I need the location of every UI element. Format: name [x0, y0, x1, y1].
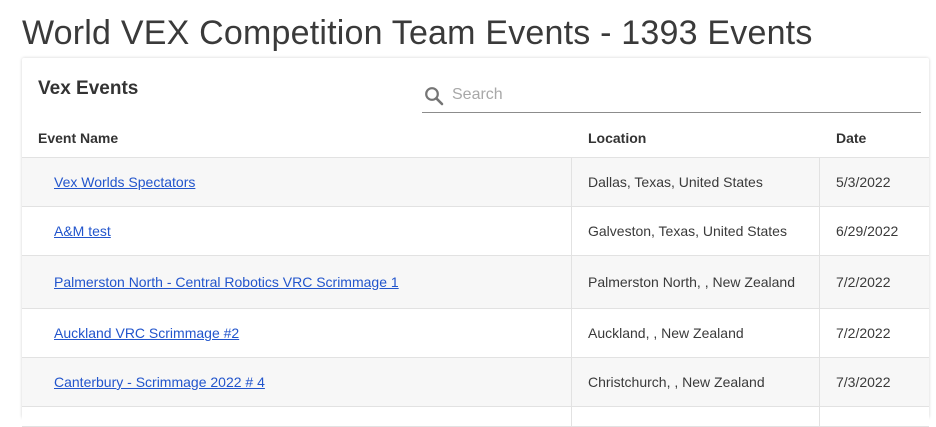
- search-input[interactable]: [452, 84, 912, 106]
- events-table: Event Name Location Date Vex Worlds Spec…: [22, 122, 929, 427]
- page-title: World VEX Competition Team Events - 1393…: [22, 14, 813, 52]
- location-cell: Christchurch, , New Zealand: [572, 358, 820, 406]
- event-name-cell: Canterbury - Scrimmage 2022 # 4: [22, 358, 572, 406]
- date-cell: 7/2/2022: [836, 325, 891, 341]
- events-card: Vex Events Event Name Location Date Vex …: [22, 58, 929, 427]
- column-header-date[interactable]: Date: [820, 122, 929, 157]
- table-header: Event Name Location Date: [22, 122, 929, 158]
- event-link[interactable]: Palmerston North - Central Robotics VRC …: [54, 272, 399, 292]
- table-row: Auckland VRC Scrimmage #2 Auckland, , Ne…: [22, 309, 929, 358]
- location-cell: Dallas, Texas, United States: [572, 158, 820, 206]
- date-cell: 7/2/2022: [836, 274, 891, 290]
- table-row: A&M test Galveston, Texas, United States…: [22, 207, 929, 256]
- event-name-cell: Vex Worlds Spectators: [22, 158, 572, 206]
- event-name-cell: Palmerston North - Central Robotics VRC …: [22, 256, 572, 308]
- location-cell: Galveston, Texas, United States: [572, 207, 820, 255]
- event-link[interactable]: Auckland VRC Scrimmage #2: [54, 323, 239, 343]
- date-cell: 6/29/2022: [836, 223, 899, 239]
- column-header-location[interactable]: Location: [572, 122, 820, 157]
- table-row: [22, 407, 929, 427]
- search-icon: [424, 86, 444, 106]
- event-link[interactable]: A&M test: [54, 221, 111, 241]
- table-row: Canterbury - Scrimmage 2022 # 4 Christch…: [22, 358, 929, 407]
- event-name-cell: A&M test: [22, 207, 572, 255]
- location-cell: Auckland, , New Zealand: [572, 309, 820, 357]
- event-link[interactable]: Vex Worlds Spectators: [54, 172, 195, 192]
- column-header-event-name[interactable]: Event Name: [22, 122, 572, 157]
- card-title: Vex Events: [38, 78, 139, 99]
- location-cell: Palmerston North, , New Zealand: [572, 256, 820, 308]
- table-row: Palmerston North - Central Robotics VRC …: [22, 256, 929, 309]
- event-name-cell: Auckland VRC Scrimmage #2: [22, 309, 572, 357]
- search-bar[interactable]: [422, 78, 921, 113]
- event-link[interactable]: Canterbury - Scrimmage 2022 # 4: [54, 372, 265, 392]
- date-cell: 7/3/2022: [836, 374, 891, 390]
- date-cell: 5/3/2022: [836, 174, 891, 190]
- table-row: Vex Worlds Spectators Dallas, Texas, Uni…: [22, 158, 929, 207]
